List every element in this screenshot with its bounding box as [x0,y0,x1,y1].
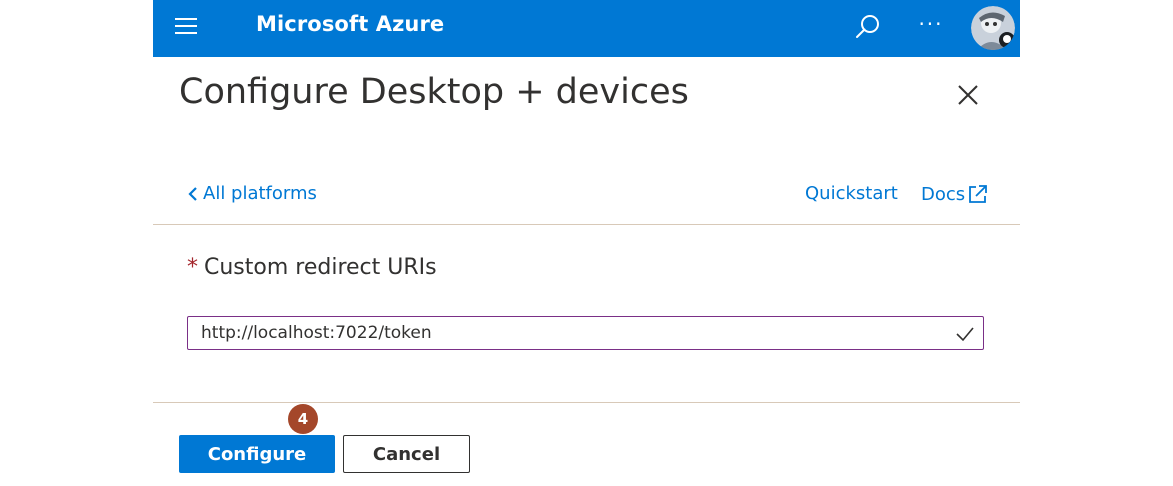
search-icon[interactable] [853,12,883,42]
all-platforms-label: All platforms [203,183,317,204]
header-divider [153,224,1020,225]
redirect-uri-input[interactable] [188,317,961,349]
checkmark-icon [956,327,974,342]
configure-blade: Microsoft Azure ··· Configure Desktop + … [153,0,1020,486]
azure-topbar: Microsoft Azure ··· [153,0,1020,57]
chevron-left-icon [188,186,197,201]
cancel-button[interactable]: Cancel [343,435,470,473]
avatar[interactable] [971,6,1015,50]
all-platforms-link[interactable]: All platforms [187,183,317,204]
footer-divider [153,402,1020,403]
more-icon[interactable]: ··· [916,12,946,42]
required-marker: * [187,255,198,280]
quickstart-link[interactable]: Quickstart [805,183,898,204]
redirect-uri-field[interactable] [187,316,984,350]
hamburger-icon[interactable] [175,16,199,36]
docs-label: Docs [921,183,966,205]
brand-title[interactable]: Microsoft Azure [256,12,444,36]
docs-link[interactable]: Docs [921,183,989,205]
external-link-icon [969,185,988,203]
page-title: Configure Desktop + devices [179,72,689,112]
redirect-uri-label: * Custom redirect URIs [187,255,437,280]
step-badge: 4 [288,404,318,434]
configure-button[interactable]: Configure [179,435,335,473]
close-icon[interactable] [953,80,983,110]
redirect-uri-label-text: Custom redirect URIs [204,255,437,280]
